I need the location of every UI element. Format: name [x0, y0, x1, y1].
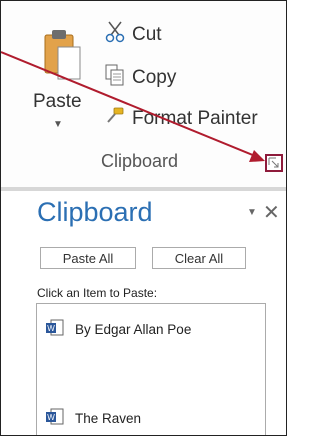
cut-button[interactable]: Cut: [105, 21, 162, 49]
scissors-icon: [105, 21, 125, 49]
word-doc-icon: W: [45, 318, 65, 341]
list-item[interactable]: W By Edgar Allan Poe: [45, 318, 191, 341]
clear-all-button[interactable]: Clear All: [152, 247, 246, 269]
close-icon[interactable]: ✕: [263, 200, 280, 225]
cut-label: Cut: [132, 24, 162, 45]
format-painter-button[interactable]: Format Painter: [105, 107, 258, 131]
clipboard-items-list: W By Edgar Allan Poe W The Raven: [36, 303, 266, 435]
paste-all-button[interactable]: Paste All: [40, 247, 136, 269]
chevron-down-icon[interactable]: ▼: [53, 119, 63, 130]
group-label: Clipboard: [101, 151, 179, 171]
list-item[interactable]: W The Raven: [45, 407, 141, 430]
copy-label: Copy: [132, 67, 177, 88]
paste-label: Paste: [33, 91, 82, 112]
pane-options-icon[interactable]: ▼: [247, 207, 257, 218]
pane-title: Clipboard: [37, 197, 153, 227]
clipboard-screenshot: Paste ▼ Cut Copy Format Painter Clipboar…: [0, 0, 287, 436]
svg-text:W: W: [47, 413, 55, 422]
copy-button[interactable]: Copy: [105, 64, 176, 92]
svg-text:W: W: [47, 324, 55, 333]
paintbrush-icon: [105, 107, 125, 131]
list-item-label: The Raven: [75, 411, 142, 426]
word-doc-icon: W: [45, 407, 65, 430]
ribbon-clipboard-group: Paste ▼ Cut Copy Format Painter Clipboar…: [1, 1, 286, 187]
paste-button[interactable]: Paste ▼: [33, 15, 91, 135]
copy-icon: [105, 64, 125, 92]
format-painter-label: Format Painter: [132, 108, 258, 129]
clipboard-task-pane: Clipboard ▼ ✕ Paste All Clear All Click …: [1, 191, 286, 435]
paste-prompt: Click an Item to Paste:: [37, 286, 158, 300]
paste-icon: [43, 27, 83, 88]
list-item-label: By Edgar Allan Poe: [75, 322, 192, 337]
dialog-launcher-button[interactable]: [265, 154, 283, 172]
dialog-launcher-icon: [268, 157, 279, 168]
